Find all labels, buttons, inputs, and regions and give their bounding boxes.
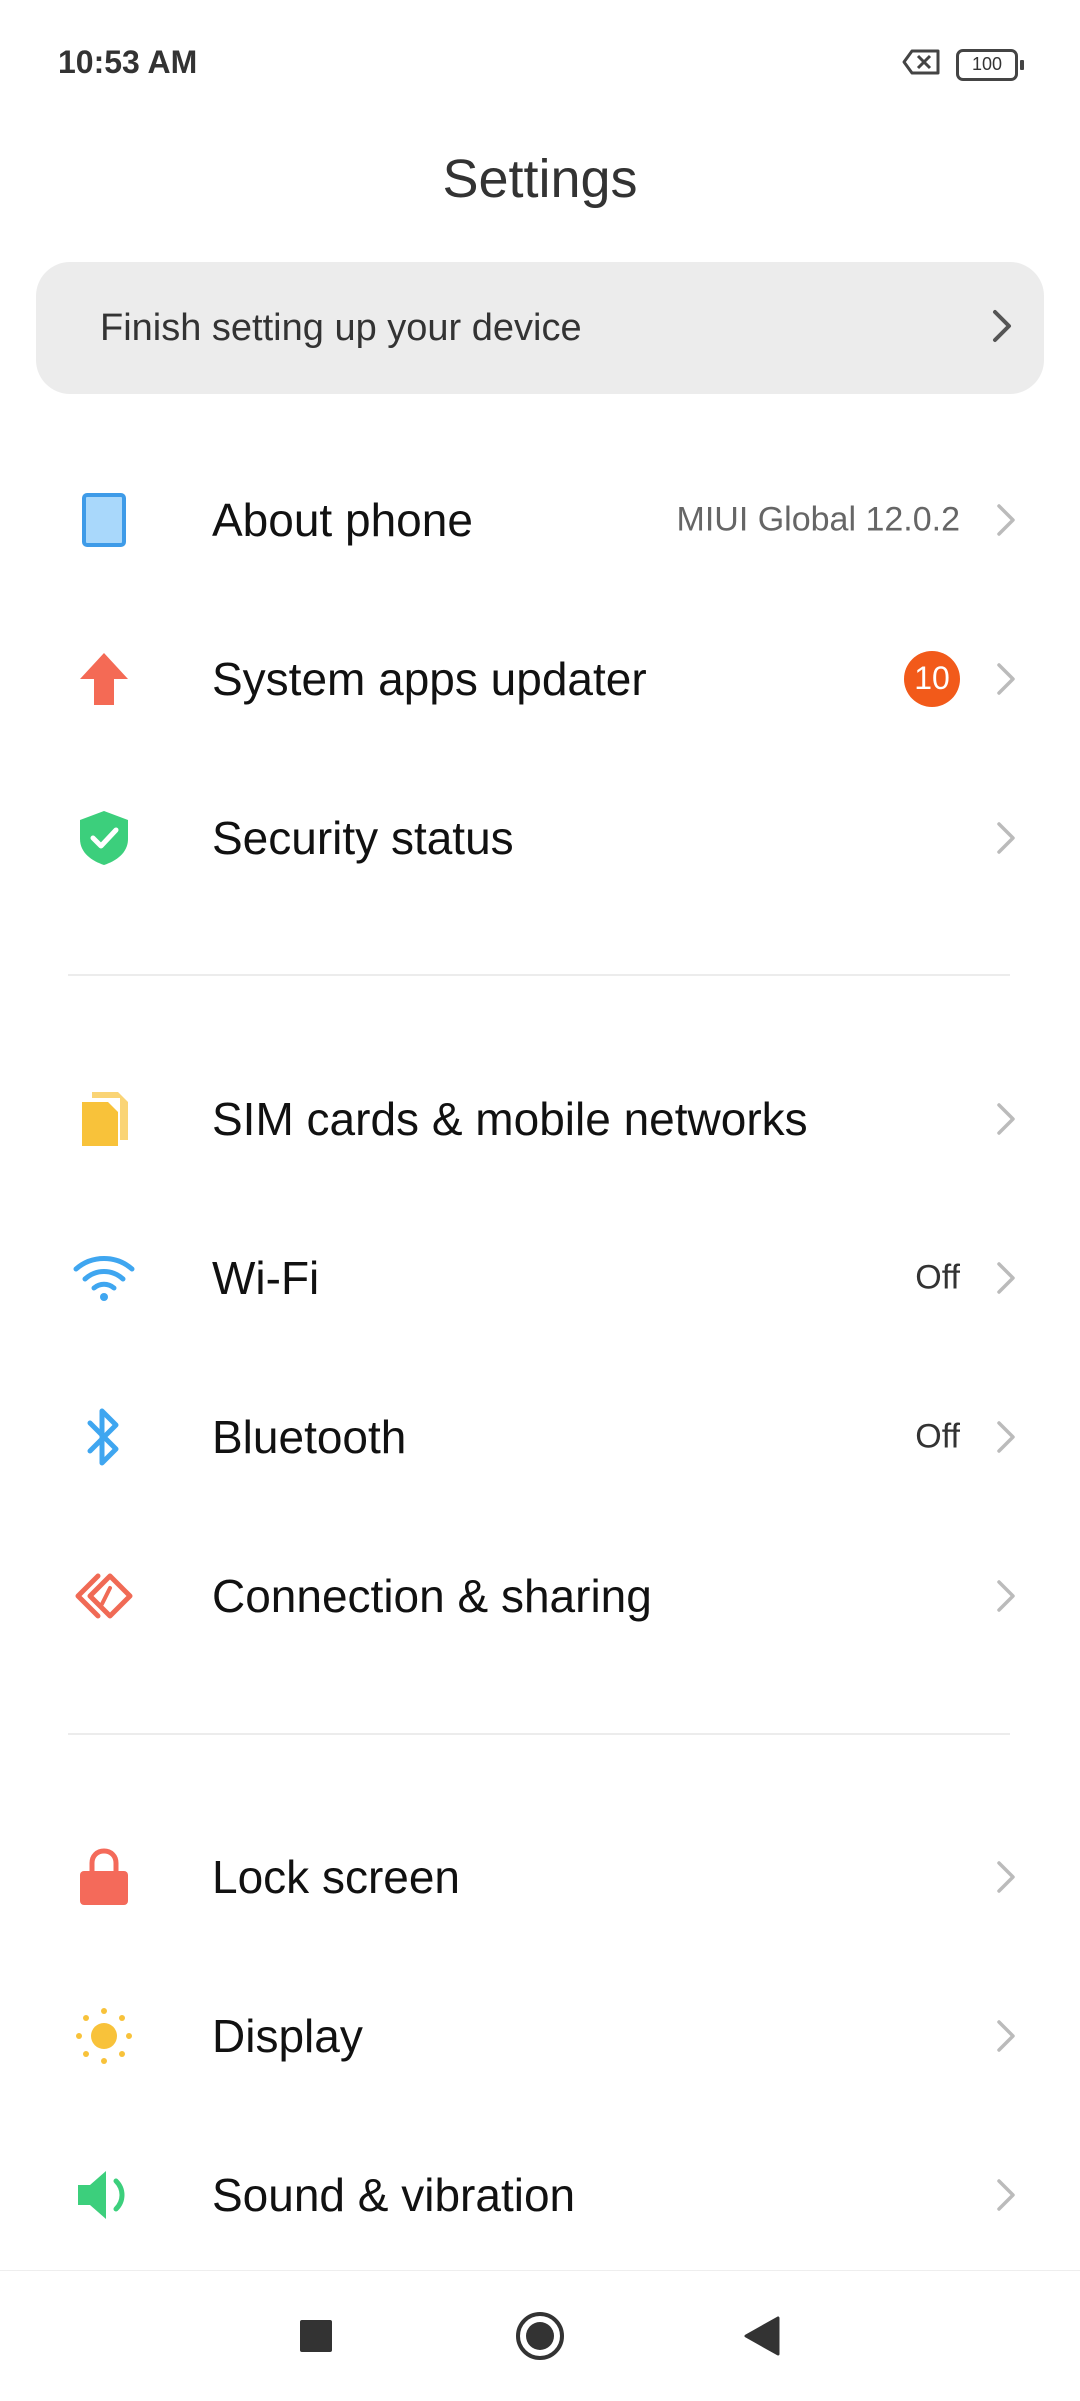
arrow-up-icon	[72, 647, 136, 711]
back-button[interactable]	[742, 2314, 782, 2358]
security-status-label: Security status	[212, 811, 514, 864]
no-sim-icon	[902, 48, 942, 81]
back-triangle-icon	[744, 2316, 780, 2356]
navigation-bar	[0, 2270, 1080, 2401]
chevron-right-icon	[997, 1102, 1015, 1135]
wifi-icon	[72, 1246, 136, 1310]
settings-item-about-phone[interactable]: About phone MIUI Global 12.0.2	[0, 440, 1080, 599]
chevron-right-icon	[997, 1860, 1015, 1893]
bluetooth-status: Off	[915, 1417, 960, 1455]
section-divider	[68, 1733, 1010, 1735]
bluetooth-label: Bluetooth	[212, 1410, 407, 1463]
status-bar: 10:53 AM 100	[0, 0, 1080, 130]
chevron-right-icon	[997, 2178, 1015, 2211]
connection-icon	[72, 1564, 136, 1628]
home-button[interactable]	[514, 2310, 566, 2362]
system-apps-updater-label: System apps updater	[212, 652, 647, 705]
home-circle-icon	[516, 2312, 564, 2360]
chevron-right-icon	[997, 1261, 1015, 1294]
lock-icon	[72, 1845, 136, 1909]
shield-icon	[72, 806, 136, 870]
settings-item-sound-vibration[interactable]: Sound & vibration	[0, 2115, 1080, 2274]
phone-icon	[72, 488, 136, 552]
wifi-status: Off	[915, 1258, 960, 1296]
chevron-right-icon	[997, 1420, 1015, 1453]
finish-setup-card[interactable]: Finish setting up your device	[36, 262, 1044, 394]
sun-icon	[72, 2004, 136, 2068]
finish-setup-label: Finish setting up your device	[100, 306, 582, 349]
about-phone-label: About phone	[212, 493, 473, 546]
chevron-right-icon	[997, 662, 1015, 695]
bluetooth-icon	[72, 1405, 136, 1469]
sound-vibration-label: Sound & vibration	[212, 2168, 576, 2221]
section-divider	[68, 974, 1010, 976]
settings-item-wifi[interactable]: Wi-Fi Off	[0, 1198, 1080, 1357]
about-phone-version: MIUI Global 12.0.2	[676, 500, 960, 538]
status-time: 10:53 AM	[58, 44, 198, 80]
settings-item-connection-sharing[interactable]: Connection & sharing	[0, 1516, 1080, 1675]
settings-item-lock-screen[interactable]: Lock screen	[0, 1797, 1080, 1956]
chevron-right-icon	[997, 821, 1015, 854]
update-count-badge: 10	[904, 650, 960, 707]
wifi-label: Wi-Fi	[212, 1251, 320, 1304]
sim-cards-label: SIM cards & mobile networks	[212, 1092, 808, 1145]
settings-item-system-apps-updater[interactable]: System apps updater 10	[0, 599, 1080, 758]
chevron-right-icon	[997, 503, 1015, 536]
page-title: Settings	[442, 149, 638, 209]
sim-icon	[72, 1087, 136, 1151]
square-icon	[300, 2320, 332, 2352]
chevron-right-icon	[988, 304, 1018, 353]
status-icons: 100	[902, 48, 1024, 81]
lock-screen-label: Lock screen	[212, 1850, 461, 1903]
battery-icon: 100	[956, 48, 1024, 81]
recents-button[interactable]	[296, 2316, 336, 2356]
chevron-right-icon	[997, 2019, 1015, 2052]
settings-item-display[interactable]: Display	[0, 1956, 1080, 2115]
settings-item-sim-cards[interactable]: SIM cards & mobile networks	[0, 1039, 1080, 1198]
chevron-right-icon	[997, 1579, 1015, 1612]
display-label: Display	[212, 2009, 363, 2062]
settings-item-security-status[interactable]: Security status	[0, 758, 1080, 917]
speaker-icon	[72, 2163, 136, 2227]
settings-item-bluetooth[interactable]: Bluetooth Off	[0, 1357, 1080, 1516]
battery-level: 100	[956, 48, 1018, 81]
connection-sharing-label: Connection & sharing	[212, 1569, 652, 1622]
